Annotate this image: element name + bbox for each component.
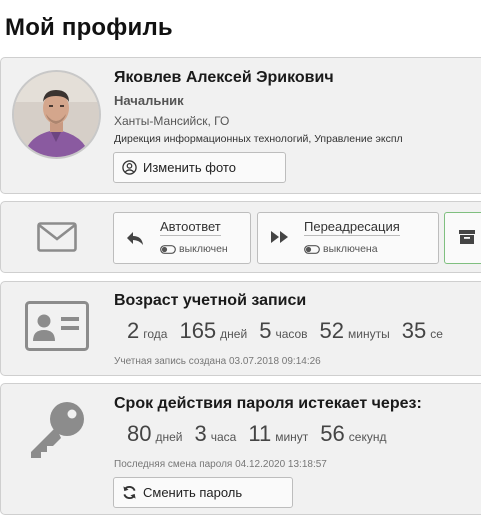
change-password-label: Сменить пароль bbox=[143, 485, 243, 500]
toggle-off-icon bbox=[160, 244, 176, 254]
password-expiry-title: Срок действия пароля истекает через: bbox=[114, 395, 422, 412]
reply-icon bbox=[127, 232, 143, 245]
age-days: 165 bbox=[179, 318, 217, 343]
pass-minutes: 11 bbox=[248, 421, 272, 446]
avatar-photo bbox=[14, 72, 99, 157]
age-hours: 5 bbox=[259, 318, 272, 343]
account-age-title: Возраст учетной записи bbox=[114, 292, 307, 309]
pass-seconds: 56 bbox=[320, 421, 345, 446]
archive-icon bbox=[459, 230, 475, 244]
pass-days-unit: дней bbox=[155, 430, 183, 444]
change-photo-label: Изменить фото bbox=[143, 160, 236, 175]
pass-minutes-unit: минут bbox=[275, 430, 309, 444]
age-minutes: 52 bbox=[319, 318, 345, 343]
forwarding-button[interactable]: Переадресация выключена bbox=[257, 212, 439, 264]
age-years: 2 bbox=[127, 318, 140, 343]
age-seconds: 35 bbox=[401, 318, 427, 343]
age-years-unit: года bbox=[143, 327, 168, 341]
forwarding-status: выключена bbox=[304, 243, 378, 255]
id-card-icon bbox=[25, 301, 89, 351]
account-age-card: Возраст учетной записи 2 года 165 дней 5… bbox=[0, 281, 481, 376]
forwarding-status-text: выключена bbox=[323, 243, 378, 255]
toggle-off-icon bbox=[304, 244, 320, 254]
pass-hours: 3 bbox=[194, 421, 207, 446]
envelope-icon bbox=[37, 222, 77, 252]
user-department: Дирекция информационных технологий, Упра… bbox=[114, 133, 403, 145]
pass-hours-unit: часа bbox=[210, 430, 237, 444]
avatar[interactable] bbox=[12, 70, 101, 159]
password-changed-note: Последняя смена пароля 04.12.2020 13:18:… bbox=[114, 459, 327, 470]
autoreply-button[interactable]: Автоответ выключен bbox=[113, 212, 251, 264]
user-location: Ханты-Мансийск, ГО bbox=[114, 114, 230, 128]
forwarding-label: Переадресация bbox=[304, 219, 400, 236]
archive-button[interactable] bbox=[444, 212, 481, 264]
user-circle-icon bbox=[122, 160, 137, 175]
age-seconds-unit: се bbox=[430, 327, 443, 341]
age-minutes-unit: минуты bbox=[348, 327, 390, 341]
pass-seconds-unit: секунд bbox=[348, 430, 387, 444]
change-password-button[interactable]: Сменить пароль bbox=[113, 477, 293, 508]
user-role: Начальник bbox=[114, 93, 184, 108]
account-age-counter: 2 года 165 дней 5 часов 52 минуты 35 се bbox=[127, 318, 455, 344]
key-icon bbox=[31, 402, 84, 458]
fast-forward-icon bbox=[271, 231, 288, 243]
pass-days: 80 bbox=[127, 421, 152, 446]
refresh-icon bbox=[123, 485, 136, 500]
password-card: Срок действия пароля истекает через: 80 … bbox=[0, 383, 481, 515]
password-expiry-counter: 80 дней 3 часа 11 минут 56 секунд bbox=[127, 421, 398, 447]
autoreply-status: выключен bbox=[160, 243, 228, 255]
profile-card: Яковлев Алексей Эрикович Начальник Ханты… bbox=[0, 57, 481, 194]
user-name: Яковлев Алексей Эрикович bbox=[114, 69, 334, 86]
page-title: Мой профиль bbox=[5, 14, 173, 41]
autoreply-status-text: выключен bbox=[179, 243, 228, 255]
autoreply-label: Автоответ bbox=[160, 219, 221, 236]
mail-card: Автоответ выключен Переадресация выключе… bbox=[0, 201, 481, 273]
change-photo-button[interactable]: Изменить фото bbox=[113, 152, 286, 183]
age-days-unit: дней bbox=[220, 327, 248, 341]
account-created-note: Учетная запись создана 03.07.2018 09:14:… bbox=[114, 356, 321, 367]
age-hours-unit: часов bbox=[275, 327, 308, 341]
